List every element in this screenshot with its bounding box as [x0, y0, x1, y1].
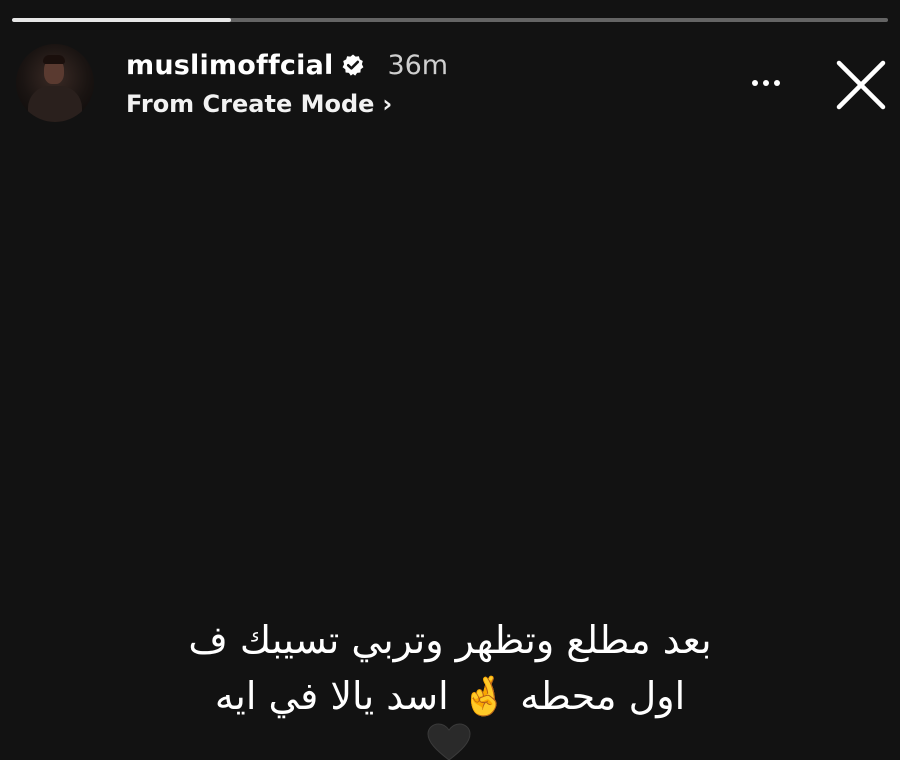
- more-dot: [763, 80, 769, 86]
- avatar[interactable]: [16, 44, 94, 122]
- name-row: muslimoffcial 36m: [126, 46, 448, 84]
- story-viewer: muslimoffcial 36m From Create Mode › بعد…: [0, 0, 900, 760]
- story-caption: بعد مطلع وتظهر وتربي تسيبك ف اول محطه 🤞 …: [0, 612, 900, 724]
- story-meta: muslimoffcial 36m From Create Mode ›: [126, 46, 448, 119]
- caption-line-2: اول محطه 🤞 اسد يالا في ايه: [214, 674, 686, 718]
- black-heart-icon: [426, 722, 472, 760]
- post-time: 36m: [387, 49, 449, 81]
- story-progress-bar: [12, 18, 888, 22]
- avatar-hair: [43, 55, 65, 64]
- create-mode-label: From Create Mode: [126, 90, 375, 118]
- story-progress-fill: [12, 18, 231, 22]
- more-dot: [774, 80, 780, 86]
- story-header: muslimoffcial 36m From Create Mode ›: [16, 44, 888, 124]
- avatar-body: [28, 86, 82, 122]
- chevron-right-icon: ›: [382, 90, 393, 118]
- create-mode-link[interactable]: From Create Mode ›: [126, 90, 448, 118]
- more-options-button[interactable]: [741, 68, 791, 98]
- verified-badge-icon: [341, 53, 365, 77]
- caption-line-1: بعد مطلع وتظهر وتربي تسيبك ف: [188, 618, 712, 662]
- close-button[interactable]: [834, 58, 888, 112]
- more-dot: [752, 80, 758, 86]
- close-icon: [836, 60, 886, 110]
- username[interactable]: muslimoffcial: [126, 50, 333, 81]
